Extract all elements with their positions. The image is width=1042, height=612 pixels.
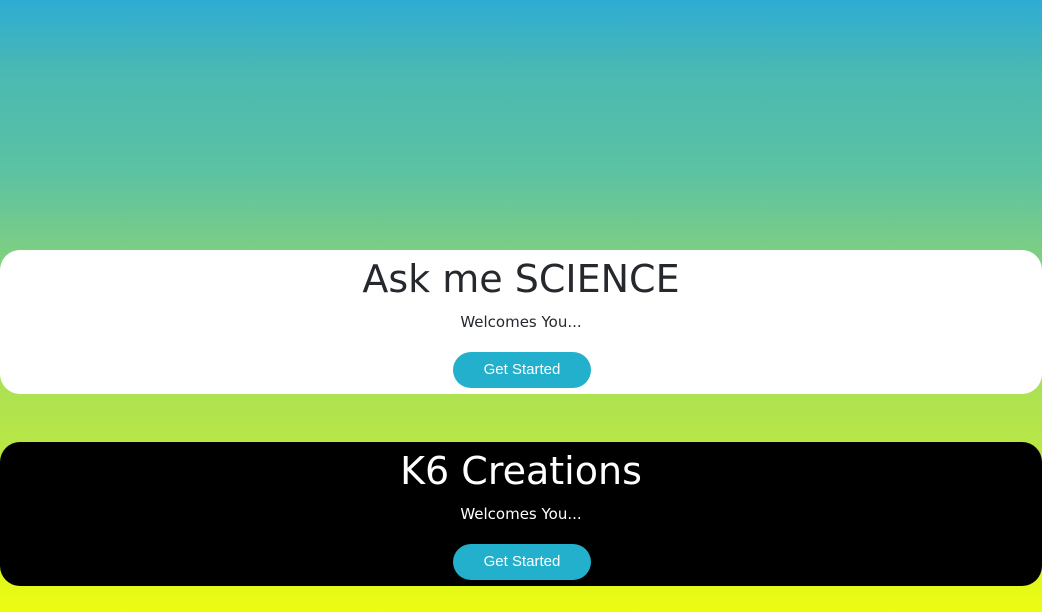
card-subtitle: Welcomes You...	[460, 313, 582, 331]
get-started-button[interactable]: Get Started	[453, 544, 591, 580]
card-subtitle: Welcomes You...	[460, 505, 582, 523]
get-started-button[interactable]: Get Started	[453, 352, 591, 388]
k6-creations-card: K6 Creations Welcomes You... Get Started	[0, 442, 1042, 586]
card-title: K6 Creations	[400, 449, 642, 493]
card-title: Ask me SCIENCE	[362, 257, 680, 301]
ask-me-science-card: Ask me SCIENCE Welcomes You... Get Start…	[0, 250, 1042, 394]
